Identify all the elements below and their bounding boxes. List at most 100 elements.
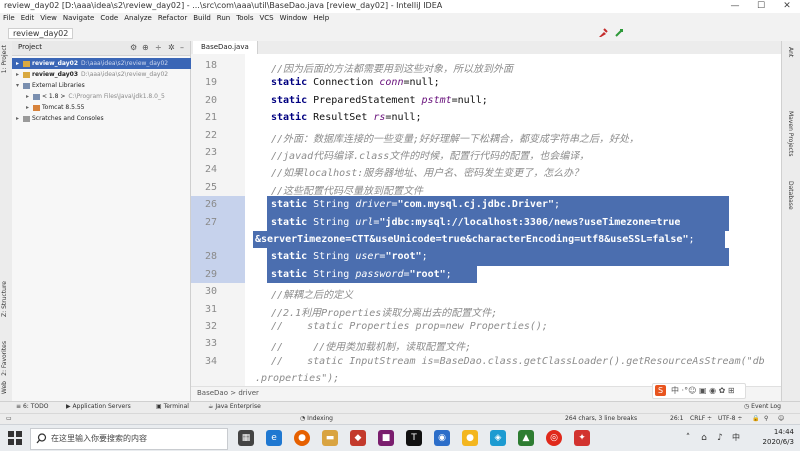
code-token: .properties"); — [255, 373, 340, 385]
file-encoding[interactable]: UTF-8 ÷ — [718, 415, 742, 422]
folder-icon — [23, 71, 30, 78]
code-token: //javad代码编译.class文件的时候，配置行代码的配置，也会编译， — [271, 151, 590, 162]
settings-icon[interactable]: ⚙ — [130, 43, 137, 52]
menu-view[interactable]: View — [37, 13, 60, 23]
typora-icon[interactable]: T — [406, 430, 422, 446]
tab-maven-projects[interactable]: Maven Projects — [787, 111, 794, 156]
idea-icon[interactable]: ■ — [378, 430, 394, 446]
search-placeholder: 在这里输入你要搜索的内容 — [51, 434, 147, 443]
taskbar-search-box[interactable]: 在这里输入你要搜索的内容 — [30, 428, 228, 450]
menu-refactor[interactable]: Refactor — [155, 13, 190, 23]
menu-vcs[interactable]: VCS — [256, 13, 276, 23]
sogou-ime-icon[interactable]: S — [655, 385, 666, 396]
app-servers-tool-button[interactable]: ▶ Application Servers — [66, 403, 131, 410]
tab-ant[interactable]: Ant — [787, 47, 794, 57]
ime-toolbar[interactable]: S 中 ·°☺ ▣ ◉ ✿ ⊞ — [652, 383, 746, 399]
tab-structure[interactable]: Z: Structure — [1, 281, 8, 317]
menu-run[interactable]: Run — [214, 13, 233, 23]
selection-info: 264 chars, 3 line breaks — [565, 415, 638, 422]
hide-icon[interactable]: – — [180, 43, 184, 52]
app-icon[interactable]: ◆ — [350, 430, 366, 446]
task-view-icon[interactable]: ▦ — [238, 430, 254, 446]
app-cyan-icon[interactable]: ◈ — [490, 430, 506, 446]
tab-web[interactable]: Web — [1, 381, 8, 394]
ime-tools-icon[interactable]: 中 ·°☺ ▣ ◉ ✿ ⊞ — [671, 385, 735, 396]
line-number: 22 — [204, 129, 217, 141]
menu-file[interactable]: File — [0, 13, 18, 23]
indexing-status[interactable]: ◔ Indexing — [300, 415, 333, 422]
terminal-tool-button[interactable]: ▣ Terminal — [156, 403, 189, 410]
ime-indicator[interactable]: 中 — [728, 430, 744, 446]
caret-position[interactable]: 26:1 — [670, 415, 683, 422]
scroll-from-source-icon[interactable]: ⊕ — [142, 43, 149, 52]
close-button[interactable]: ✕ — [774, 0, 800, 13]
breadcrumb-text[interactable]: BaseDao > driver — [197, 389, 259, 397]
project-panel-title[interactable]: Project — [18, 43, 42, 51]
menu-tools[interactable]: Tools — [233, 13, 256, 23]
tab-database[interactable]: Database — [787, 181, 794, 210]
tree-item-tomcat[interactable]: ▸ Tomcat 8.5.55 — [12, 102, 204, 113]
menu-build[interactable]: Build — [190, 13, 214, 23]
minimize-button[interactable]: — — [722, 0, 748, 13]
todo-tool-button[interactable]: ≡ 6: TODO — [16, 403, 48, 410]
network-icon[interactable]: ⌂ — [696, 430, 712, 446]
tray-chevron-icon[interactable]: ˄ — [680, 430, 696, 446]
menu-help[interactable]: Help — [310, 13, 332, 23]
chevron-right-icon[interactable]: ▸ — [16, 69, 23, 80]
line-separator[interactable]: CRLF ÷ — [690, 415, 712, 422]
event-log-tool-button[interactable]: ◷ Event Log — [744, 403, 781, 410]
chevron-down-icon[interactable]: ▾ — [16, 80, 23, 91]
tree-item-scratches[interactable]: ▸ Scratches and Consoles — [12, 113, 194, 124]
java-enterprise-tool-button[interactable]: ☕ Java Enterprise — [208, 403, 261, 410]
code-editor[interactable]: //因为后面的方法都需要用到这些对象，所以放到外面 static Connecti… — [245, 54, 781, 386]
menu-window[interactable]: Window — [277, 13, 311, 23]
menu-edit[interactable]: Edit — [18, 13, 38, 23]
build-icon[interactable] — [598, 28, 608, 38]
tree-item-jdk[interactable]: ▸ < 1.8 > C:\Program Files\Java\jdk1.8.0_5 — [12, 91, 204, 102]
code-token: //这些配置代码尽量放到配置文件 — [271, 185, 424, 197]
project-panel-header: Project ⚙ ⊕ ÷ ✲ – — [12, 41, 190, 56]
line-number: 31 — [204, 303, 217, 315]
chevron-right-icon[interactable]: ▸ — [16, 113, 23, 124]
tab-favorites[interactable]: 2: Favorites — [1, 341, 8, 376]
tree-item-review-day03[interactable]: ▸ review_day03 D:\aaa\idea\s2\review_day02 — [12, 69, 194, 80]
tab-project[interactable]: 1: Project — [1, 45, 8, 73]
status-indicator-icon[interactable]: ▭ — [6, 415, 12, 422]
line-number: 33 — [204, 338, 217, 350]
file-explorer-icon[interactable]: ▬ — [322, 430, 338, 446]
tab-basedao-java[interactable]: BaseDao.java — [193, 41, 258, 54]
code-token: =null; — [403, 77, 440, 89]
server-icon: ▶ — [66, 403, 71, 410]
line-number: 29 — [204, 268, 217, 280]
maximize-button[interactable]: ☐ — [748, 0, 774, 13]
firefox-icon[interactable]: ● — [294, 430, 310, 446]
git-icon[interactable]: ⚲ — [764, 415, 768, 422]
chevron-right-icon[interactable]: ▸ — [16, 58, 23, 69]
code-token: ; — [554, 199, 561, 211]
tree-item-external-libraries[interactable]: ▾ External Libraries — [12, 80, 194, 91]
code-token: ; — [688, 234, 695, 245]
app-blue-icon[interactable]: ◉ — [434, 430, 450, 446]
volume-icon[interactable]: ♪ — [712, 430, 728, 446]
hammer-icon[interactable] — [614, 28, 624, 38]
chevron-right-icon[interactable]: ▸ — [26, 91, 33, 102]
edge-icon[interactable]: e — [266, 430, 282, 446]
gear-icon[interactable]: ✲ — [168, 43, 175, 52]
app-green-icon[interactable]: ▲ — [518, 430, 534, 446]
chevron-right-icon[interactable]: ▸ — [26, 102, 33, 113]
app-yellow-icon[interactable]: ● — [462, 430, 478, 446]
chrome-icon[interactable]: ◎ — [546, 430, 562, 446]
windows-start-icon[interactable] — [8, 431, 22, 445]
app-red-icon[interactable]: ✦ — [574, 430, 590, 446]
nav-crumb-project[interactable]: review_day02 — [8, 28, 74, 39]
collapse-icon[interactable]: ÷ — [155, 43, 162, 52]
menu-analyze[interactable]: Analyze — [121, 13, 155, 23]
notification-icon[interactable]: ☺ — [778, 415, 784, 422]
menu-code[interactable]: Code — [97, 13, 121, 23]
lock-icon[interactable]: 🔒 — [752, 415, 759, 422]
taskbar-clock[interactable]: 14:44 2020/6/3 — [763, 427, 794, 447]
line-number: 34 — [204, 355, 217, 367]
menu-navigate[interactable]: Navigate — [60, 13, 97, 23]
tree-item-review-day02[interactable]: ▸ review_day02 D:\aaa\idea\s2\review_day02 — [12, 58, 194, 69]
code-token: Connection — [313, 77, 380, 89]
